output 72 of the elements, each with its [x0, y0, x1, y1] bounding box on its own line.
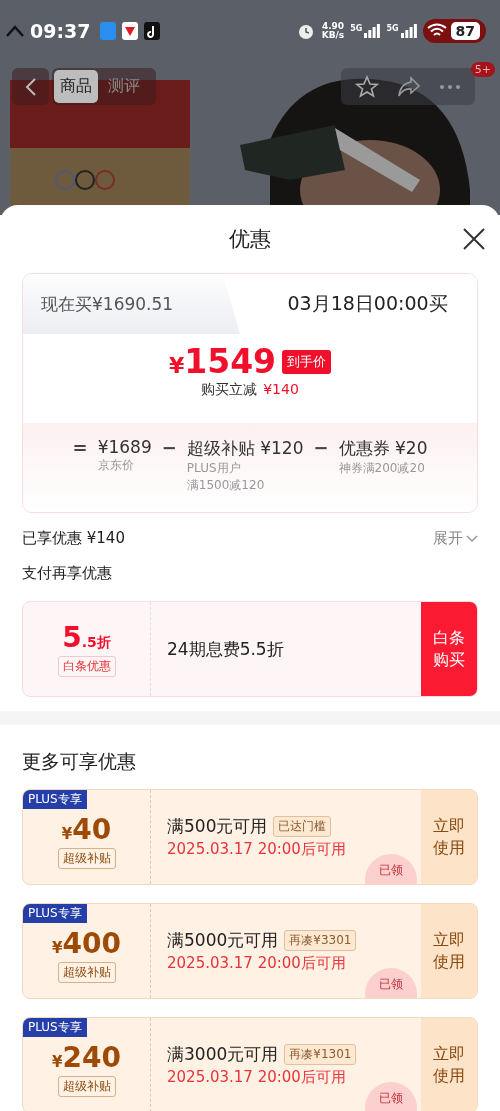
- app-icon: [144, 22, 161, 40]
- savings-summary: 已享优惠 ¥140: [22, 529, 125, 548]
- claimed-stamp: 已领: [365, 968, 417, 998]
- network-type: 5G: [386, 24, 399, 33]
- share-icon: [397, 75, 421, 98]
- coupon-valid-time: 2025.03.17 20:00后可用: [167, 1068, 347, 1087]
- coupon-condition: 满5000元可用: [167, 929, 279, 952]
- claimed-stamp: 已领: [365, 854, 417, 884]
- back-button[interactable]: [12, 68, 49, 105]
- breakdown-note: 满1500减120: [186, 477, 266, 494]
- operator-sign: −: [313, 437, 329, 460]
- coupon-amount: ¥400: [52, 929, 121, 958]
- use-now-button[interactable]: 立即使用: [421, 790, 477, 884]
- favorite-button[interactable]: [355, 74, 379, 99]
- coupon-amount: ¥240: [52, 1043, 121, 1072]
- back-icon: [24, 76, 37, 97]
- signal-icon: [364, 24, 381, 38]
- coupon-tag: 超级补贴: [57, 847, 116, 869]
- section-heading: 支付再享优惠: [21, 563, 113, 583]
- threshold-chip: 再凑¥1301: [284, 1044, 357, 1065]
- app-icon: [122, 22, 139, 40]
- sheet-title: 优惠: [229, 226, 271, 253]
- share-button[interactable]: [397, 75, 421, 98]
- coupon-tag: 超级补贴: [57, 961, 116, 983]
- operator-sign: −: [161, 437, 177, 460]
- coupon-condition: 满500元可用: [167, 815, 268, 838]
- claimed-stamp: 已领: [365, 1082, 417, 1111]
- discount-label: 购买立减: [201, 381, 258, 399]
- close-button[interactable]: [462, 227, 486, 251]
- close-icon: [462, 227, 486, 251]
- section-heading: 更多可享优惠: [21, 749, 137, 774]
- star-icon: [355, 74, 379, 99]
- expand-toggle[interactable]: 展开: [433, 529, 478, 548]
- breakdown-note: 神券满200减20: [338, 460, 426, 477]
- tab[interactable]: 商品: [54, 70, 98, 103]
- plus-badge: PLUS专享: [23, 1018, 87, 1037]
- discount-amount: ¥140: [263, 381, 299, 397]
- app-icon: [100, 22, 117, 40]
- threshold-chip: 已达门槛: [273, 816, 332, 837]
- offer-tag: 白条优惠: [57, 656, 116, 677]
- use-now-button[interactable]: 立即使用: [421, 1018, 477, 1111]
- discount-value: 5.5折: [62, 621, 111, 654]
- more-icon: [439, 83, 461, 90]
- breakdown-amount: ¥1689: [97, 437, 152, 457]
- breakdown-amount: 超级补贴 ¥120: [186, 437, 304, 460]
- chevron-down-icon: [466, 534, 478, 543]
- signal-icon: [400, 24, 417, 38]
- coupon-valid-time: 2025.03.17 20:00后可用: [167, 954, 347, 973]
- plus-badge: PLUS专享: [23, 904, 87, 923]
- coupon-tag: 超级补贴: [57, 1075, 116, 1097]
- offer-description: 24期息费5.5折: [166, 637, 285, 661]
- pay-button[interactable]: 白条购买: [421, 602, 477, 696]
- coupon-condition: 满3000元可用: [167, 1043, 279, 1066]
- price-label: 到手价: [282, 349, 332, 374]
- final-price: ¥1549: [168, 342, 277, 381]
- coupon-valid-time: 2025.03.17 20:00后可用: [167, 840, 347, 859]
- threshold-chip: 再凑¥3301: [284, 930, 357, 951]
- breakdown-note: 京东价: [97, 457, 135, 474]
- use-now-button[interactable]: 立即使用: [421, 904, 477, 998]
- battery-level: 87: [450, 22, 480, 40]
- plus-badge: PLUS专享: [23, 790, 87, 809]
- net-speed: 4.90: [321, 22, 345, 31]
- status-time: 09:37: [30, 20, 91, 42]
- chevron-up-icon: [6, 25, 24, 37]
- more-button[interactable]: [439, 83, 461, 90]
- operator-sign: =: [72, 437, 88, 460]
- coupon-amount: ¥40: [61, 815, 112, 844]
- tab[interactable]: 测评: [102, 70, 146, 103]
- breakdown-amount: 优惠券 ¥20: [338, 437, 428, 460]
- breakdown-note: PLUS用户: [186, 460, 242, 477]
- net-speed-unit: KB/s: [321, 31, 345, 40]
- network-type: 5G: [350, 24, 363, 33]
